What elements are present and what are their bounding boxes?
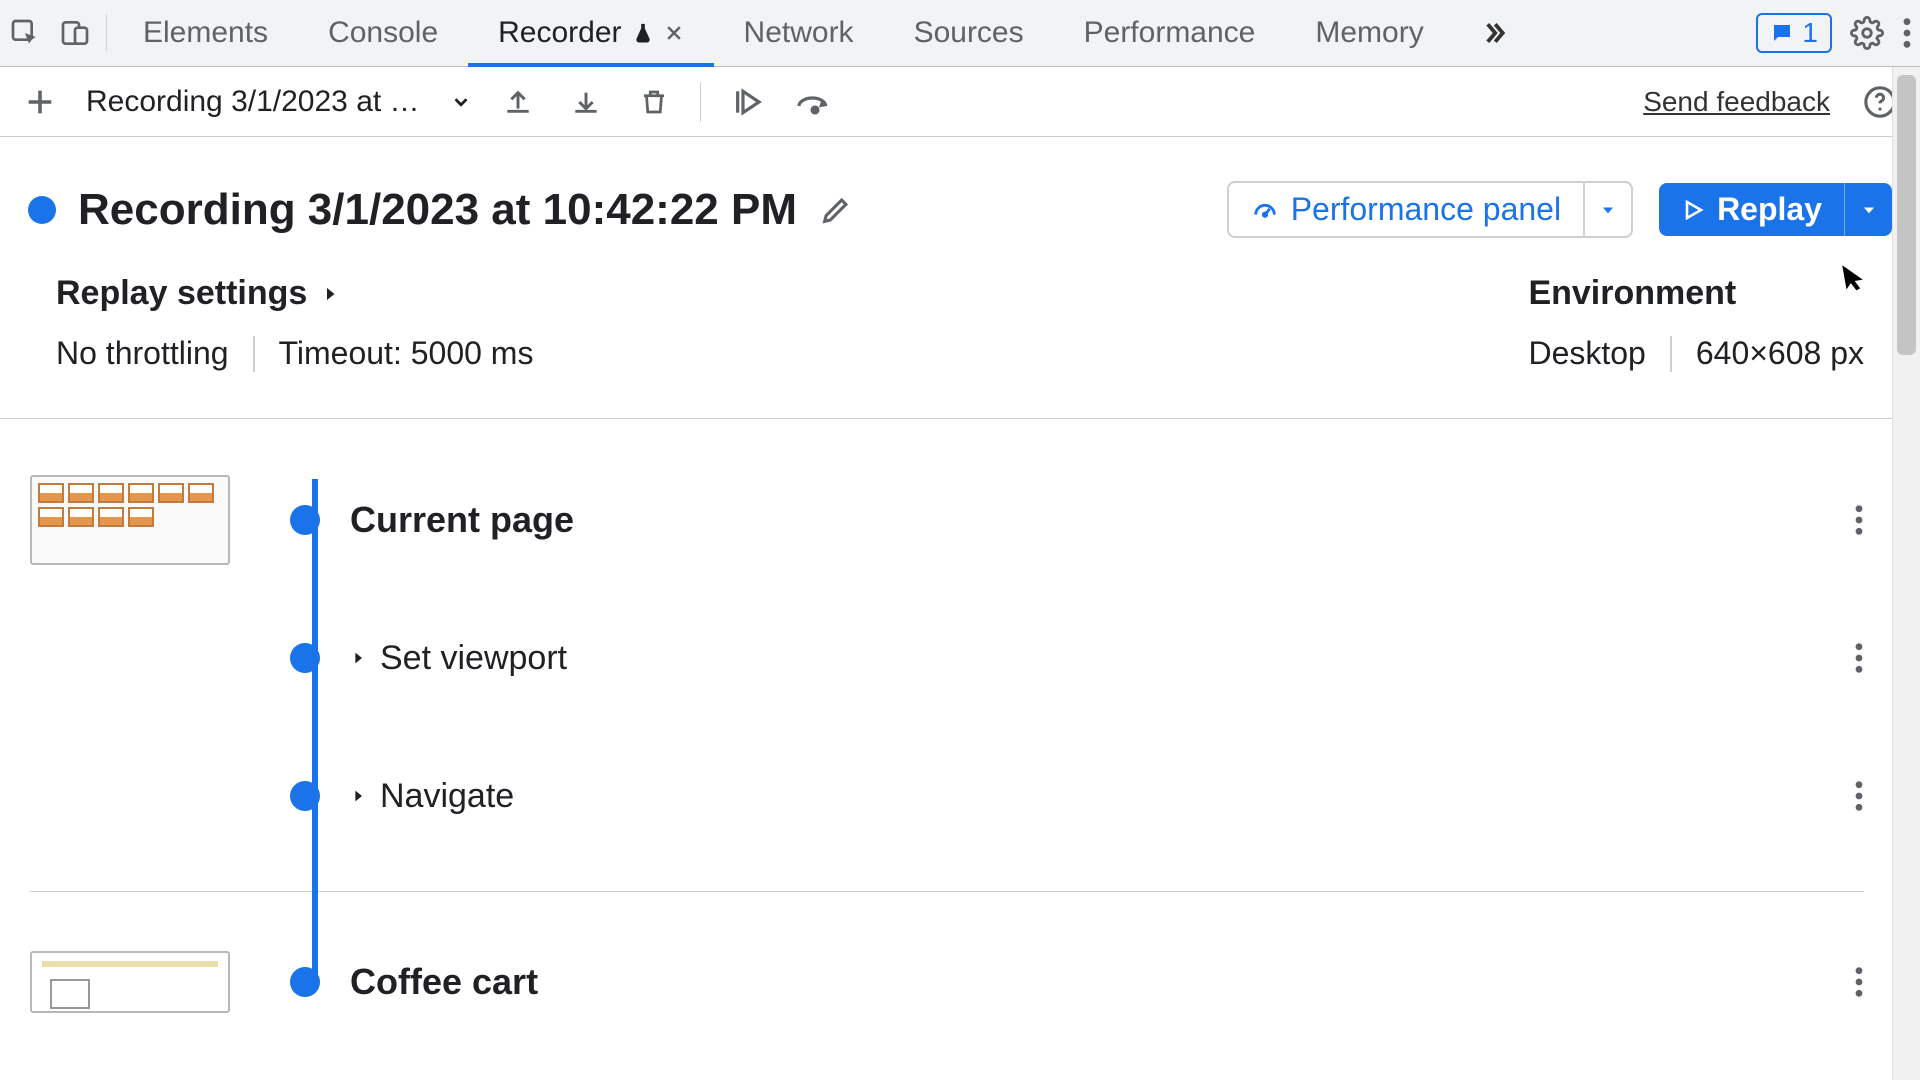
export-button[interactable] <box>564 80 608 124</box>
recording-status-dot <box>28 196 56 224</box>
separator <box>253 336 255 372</box>
issues-count: 1 <box>1802 17 1818 49</box>
step-row: Navigate <box>30 751 1864 841</box>
chevron-right-icon <box>350 648 366 668</box>
recording-header: Recording 3/1/2023 at 10:42:22 PM Perfor… <box>0 137 1920 264</box>
settings-icon[interactable] <box>1850 16 1884 50</box>
tab-performance[interactable]: Performance <box>1054 0 1286 66</box>
continue-button[interactable] <box>725 80 769 124</box>
scrollbar-thumb[interactable] <box>1897 75 1916 355</box>
vertical-scrollbar[interactable] <box>1892 67 1920 1080</box>
separator <box>1670 336 1672 372</box>
chevron-right-icon <box>350 786 366 806</box>
tab-sources[interactable]: Sources <box>884 0 1054 66</box>
step-over-button[interactable] <box>793 80 837 124</box>
step-menu-icon[interactable] <box>1854 503 1864 537</box>
timeout-value: Timeout: 5000 ms <box>279 335 534 372</box>
environment-device: Desktop <box>1528 335 1645 372</box>
inspect-icon[interactable] <box>0 0 50 66</box>
step-title[interactable]: Coffee cart <box>350 961 1804 1003</box>
delete-button[interactable] <box>632 80 676 124</box>
import-button[interactable] <box>496 80 540 124</box>
steps-list: Current page Set viewport Navigate <box>0 419 1920 1022</box>
environment-viewport: 640×608 px <box>1696 335 1864 372</box>
tab-network[interactable]: Network <box>714 0 884 66</box>
replay-button[interactable]: Replay <box>1659 183 1892 236</box>
tab-recorder[interactable]: Recorder <box>468 0 713 66</box>
thumbnail-spacer <box>30 613 230 703</box>
step-node-icon <box>290 781 320 811</box>
edit-title-icon[interactable] <box>819 193 853 227</box>
issues-badge[interactable]: 1 <box>1756 13 1832 53</box>
step-item[interactable]: Navigate <box>350 777 1804 816</box>
device-toggle-icon[interactable] <box>50 0 100 66</box>
environment-heading: Environment <box>1528 274 1864 313</box>
experiment-icon <box>632 20 654 46</box>
step-node-icon <box>290 505 320 535</box>
close-tab-icon[interactable] <box>664 23 684 43</box>
performance-panel-label: Performance panel <box>1291 191 1561 228</box>
play-icon <box>1681 198 1705 222</box>
replay-settings-heading[interactable]: Replay settings <box>56 274 533 313</box>
step-row: Current page <box>30 475 1864 565</box>
tab-console[interactable]: Console <box>298 0 468 66</box>
chevron-right-icon <box>321 283 339 305</box>
step-group: Current page Set viewport Navigate <box>30 475 1864 892</box>
tab-memory[interactable]: Memory <box>1285 0 1453 66</box>
tab-elements[interactable]: Elements <box>113 0 298 66</box>
throttling-value: No throttling <box>56 335 229 372</box>
more-tabs-icon[interactable] <box>1474 18 1514 48</box>
step-row: Coffee cart <box>30 942 1864 1022</box>
recorder-toolbar: Recording 3/1/2023 at 10… Send feedback <box>0 67 1920 137</box>
chevron-down-icon <box>450 91 472 113</box>
recording-title: Recording 3/1/2023 at 10:42:22 PM <box>78 185 797 235</box>
gauge-icon <box>1251 196 1279 224</box>
recording-selector[interactable]: Recording 3/1/2023 at 10… <box>86 85 472 119</box>
send-feedback-link[interactable]: Send feedback <box>1643 86 1830 118</box>
separator <box>700 82 701 122</box>
performance-panel-button[interactable]: Performance panel <box>1227 181 1633 238</box>
replay-dropdown[interactable] <box>1844 183 1892 236</box>
step-item[interactable]: Set viewport <box>350 639 1804 678</box>
devtools-tabbar: Elements Console Recorder Network Source… <box>0 0 1920 67</box>
recording-selected-label: Recording 3/1/2023 at 10… <box>86 85 436 119</box>
step-node-icon <box>290 643 320 673</box>
settings-strip: Replay settings No throttling Timeout: 5… <box>0 264 1920 419</box>
step-menu-icon[interactable] <box>1854 779 1864 813</box>
new-recording-button[interactable] <box>18 80 62 124</box>
separator <box>106 15 107 51</box>
timeline-rail <box>312 479 318 981</box>
more-options-icon[interactable] <box>1902 16 1912 50</box>
step-menu-icon[interactable] <box>1854 641 1864 675</box>
step-node-icon <box>290 967 320 997</box>
step-row: Set viewport <box>30 613 1864 703</box>
step-thumbnail <box>30 951 230 1013</box>
step-title[interactable]: Current page <box>350 499 1804 541</box>
step-group: Coffee cart <box>30 942 1864 1022</box>
step-thumbnail <box>30 475 230 565</box>
step-menu-icon[interactable] <box>1854 965 1864 999</box>
replay-label: Replay <box>1717 191 1822 228</box>
performance-panel-dropdown[interactable] <box>1583 183 1631 236</box>
thumbnail-spacer <box>30 751 230 841</box>
